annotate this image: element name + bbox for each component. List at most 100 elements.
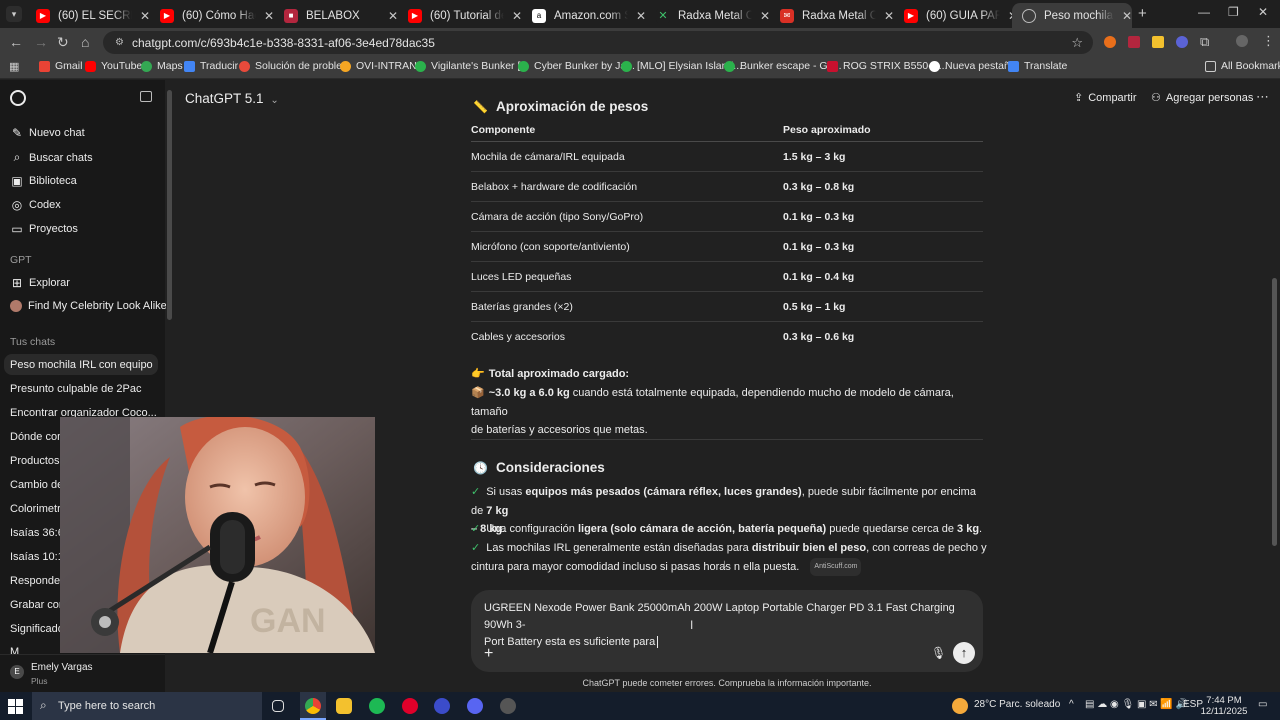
browser-tab[interactable]: ▶ (60) Tutorial del siste ✕ — [398, 3, 522, 28]
bookmark-item[interactable]: Nueva pestaña — [929, 60, 1016, 72]
more-options-icon[interactable]: ⋯ — [1256, 89, 1269, 105]
browser-tab[interactable]: ✕ Radxa Metal Case for ✕ — [646, 3, 770, 28]
windows-start-icon[interactable] — [8, 699, 23, 714]
chrome-icon[interactable] — [305, 698, 321, 714]
chat-item[interactable]: Peso mochila IRL con equipo — [10, 359, 153, 371]
bookmark-item[interactable]: OVI-INTRANT — [340, 60, 423, 72]
tab-search-icon[interactable]: ▾ — [6, 6, 22, 22]
bookmark-item[interactable]: Traducir — [184, 60, 238, 72]
message-composer[interactable]: UGREEN Nexode Power Bank 25000mAh 200W L… — [471, 590, 983, 672]
chat-item[interactable]: M — [10, 646, 19, 654]
close-window-icon[interactable]: ✕ — [1258, 5, 1268, 19]
menu-icon[interactable]: ⋮ — [1262, 33, 1275, 49]
bookmark-item[interactable]: Maps — [141, 60, 183, 72]
bookmark-star-icon[interactable]: ☆ — [1071, 35, 1083, 51]
weather-icon[interactable] — [952, 698, 968, 714]
codex-button[interactable]: ◎ Codex — [10, 198, 61, 212]
close-tab-icon[interactable]: ✕ — [140, 9, 150, 23]
browser-tab[interactable]: ▶ (60) EL SECRETO de lo ✕ — [26, 3, 150, 28]
spotify-icon[interactable] — [369, 698, 385, 714]
projects-button[interactable]: ▭ Proyectos — [10, 222, 78, 236]
back-icon[interactable]: ← — [9, 34, 23, 50]
user-menu[interactable]: E Emely Vargas Plus — [0, 654, 165, 692]
chat-item[interactable]: Presunto culpable de 2Pac — [10, 383, 141, 395]
explore-gpts-button[interactable]: ⊞ Explorar — [10, 276, 70, 290]
bookmark-item[interactable]: Vigilante's Bunker [... — [415, 60, 529, 72]
close-tab-icon[interactable]: ✕ — [512, 9, 522, 23]
chevron-up-icon[interactable]: ^ — [1069, 699, 1074, 710]
add-people-button[interactable]: ⚇ Agregar personas — [1151, 91, 1253, 105]
new-chat-button[interactable]: ✎ Nuevo chat — [10, 126, 85, 140]
user-plan: Plus — [31, 676, 48, 686]
microphone-icon[interactable]: 🎙 — [931, 646, 946, 660]
reload-icon[interactable]: ↻ — [57, 34, 69, 51]
discord-icon[interactable] — [467, 698, 483, 714]
extension-icon[interactable] — [1176, 36, 1188, 48]
profile-avatar[interactable] — [1236, 35, 1248, 47]
browser-tab-active[interactable]: Peso mochila IRL con ✕ — [1012, 3, 1132, 28]
new-tab-icon[interactable]: + — [1138, 5, 1147, 22]
close-tab-icon[interactable]: ✕ — [388, 9, 398, 23]
scrollbar-thumb[interactable] — [167, 90, 172, 320]
library-button[interactable]: ▣ Biblioteca — [10, 174, 76, 188]
bookmark-item[interactable]: Cyber Bunker by Ja... — [518, 60, 635, 72]
tab-title: BELABOX — [306, 9, 360, 22]
close-tab-icon[interactable]: ✕ — [636, 9, 646, 23]
browser-tab[interactable]: a Amazon.com Shoppi ✕ — [522, 3, 646, 28]
openai-logo-icon[interactable] — [10, 90, 26, 106]
bookmark-label: Solución de proble... — [255, 60, 351, 72]
taskbar-search[interactable]: ⌕ Type here to search — [32, 692, 262, 720]
opera-icon[interactable] — [402, 698, 418, 714]
scrollbar-thumb[interactable] — [1272, 278, 1277, 546]
home-icon[interactable]: ⌂ — [81, 34, 89, 50]
extension-icon[interactable] — [1104, 36, 1116, 48]
bookmark-label: Maps — [157, 60, 183, 72]
close-tab-icon[interactable]: ✕ — [884, 9, 894, 23]
extension-icon[interactable] — [1128, 36, 1140, 48]
browser-tab[interactable]: ✉ Radxa Metal Case for ✕ — [770, 3, 894, 28]
all-bookmarks[interactable]: All Bookmarks — [1205, 60, 1280, 72]
main-scrollbar[interactable] — [1270, 80, 1278, 692]
bookmark-item[interactable]: Solución de proble... — [239, 60, 351, 72]
app-icon[interactable] — [434, 698, 450, 714]
browser-tab[interactable]: ■ BELABOX ✕ — [274, 3, 398, 28]
extensions-puzzle-icon[interactable]: ⧉ — [1200, 34, 1209, 50]
composer-input[interactable]: UGREEN Nexode Power Bank 25000mAh 200W L… — [484, 600, 974, 651]
table-row: Luces LED pequeñas 0.1 kg – 0.4 kg — [471, 262, 983, 292]
address-bar[interactable]: ⚙ chatgpt.com/c/693b4c1e-b338-8331-af06-… — [103, 31, 1093, 54]
extension-icon[interactable] — [1152, 36, 1164, 48]
share-button[interactable]: ⇪ Compartir — [1074, 91, 1137, 105]
minimize-icon[interactable]: — — [1198, 5, 1210, 19]
model-selector[interactable]: ChatGPT 5.1 ⌄ — [185, 91, 279, 106]
bookmark-item[interactable]: Gmail — [39, 60, 82, 72]
close-tab-icon[interactable]: ✕ — [760, 9, 770, 23]
search-chats-button[interactable]: ⌕ Buscar chats — [10, 150, 93, 165]
send-button[interactable]: ↑ — [953, 642, 975, 664]
scroll-down-icon[interactable]: ↓ — [721, 556, 728, 571]
weather-text[interactable]: 28°C Parc. soleado — [974, 699, 1060, 710]
table-cell: Mochila de cámara/IRL equipada — [471, 151, 625, 163]
attach-plus-icon[interactable]: + — [484, 645, 493, 663]
gpt-item[interactable]: Find My Celebrity Look Alike — [10, 300, 167, 312]
file-explorer-icon[interactable] — [336, 698, 352, 714]
task-view-icon[interactable] — [272, 700, 284, 712]
bookmark-item[interactable]: YouTube — [85, 60, 142, 72]
apps-grid-icon[interactable]: ▦ — [9, 60, 19, 73]
bookmark-item[interactable]: Bunker escape - GT... — [724, 60, 842, 72]
restore-icon[interactable]: ❐ — [1228, 5, 1239, 19]
clock[interactable]: 7:44 PM 12/11/2025 — [1200, 695, 1248, 717]
close-tab-icon[interactable]: ✕ — [264, 9, 274, 23]
browser-tab[interactable]: ▶ (60) Cómo Hacer Stre ✕ — [150, 3, 274, 28]
close-tab-icon[interactable]: ✕ — [1122, 9, 1132, 23]
notifications-icon[interactable]: ▭ — [1258, 699, 1267, 710]
toggle-sidebar-icon[interactable] — [140, 91, 152, 102]
obs-icon[interactable] — [500, 698, 516, 714]
browser-tab[interactable]: ▶ (60) GUIA PARA EL ST ✕ — [894, 3, 1018, 28]
site-info-icon[interactable]: ⚙ — [115, 37, 124, 48]
bookmark-item[interactable]: Translate — [1008, 60, 1067, 72]
tab-title: Radxa Metal Case for — [678, 9, 752, 22]
tray-icons[interactable]: ▤ ☁ ◉ 🎙 ▣ ✉ 📶 🔊 — [1085, 699, 1188, 710]
side-label: Explorar — [29, 277, 70, 289]
total-title: Total aproximado cargado: — [488, 368, 630, 380]
forward-icon[interactable]: → — [34, 34, 48, 50]
